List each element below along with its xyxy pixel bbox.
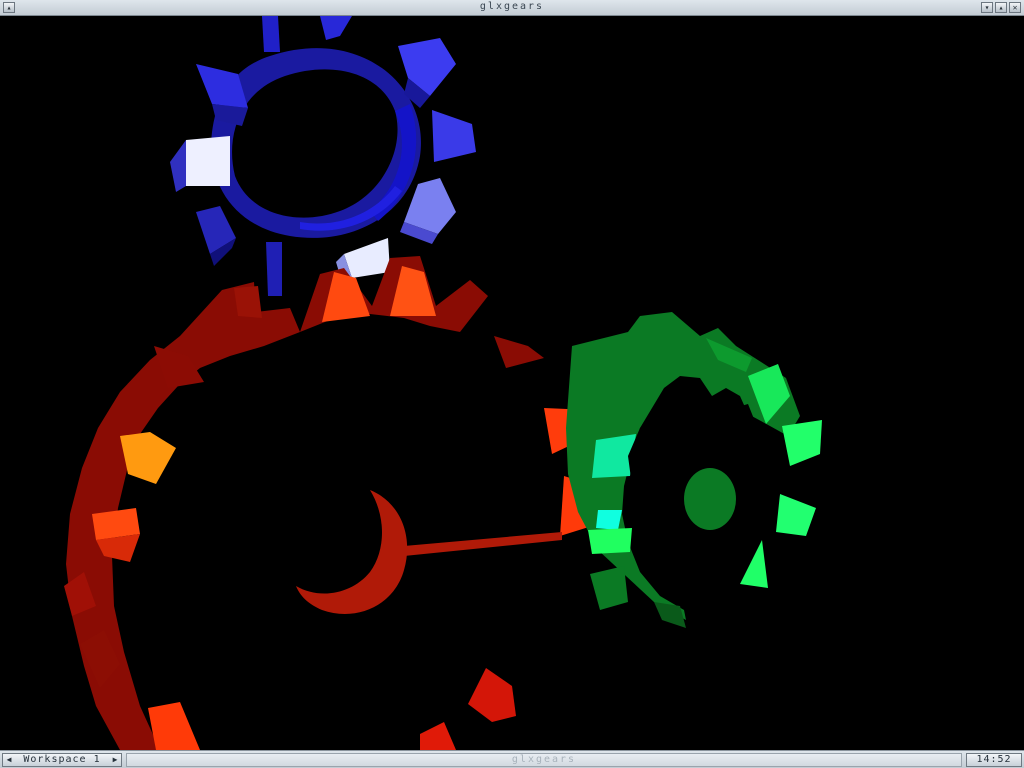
workspace-label: Workspace 1 xyxy=(23,754,101,765)
opengl-canvas[interactable] xyxy=(0,16,1024,750)
blue-gear xyxy=(170,16,476,296)
next-workspace-icon[interactable]: ▶ xyxy=(110,754,120,766)
window-title: glxgears xyxy=(479,1,545,12)
minimize-button[interactable]: ▾ xyxy=(981,2,993,13)
window-titlebar[interactable]: ▴ glxgears ▾ ▴ ✕ xyxy=(0,0,1024,16)
maximize-button[interactable]: ▴ xyxy=(995,2,1007,13)
clock: 14:52 xyxy=(966,753,1022,767)
taskbar-item-glxgears[interactable]: glxgears xyxy=(126,753,962,767)
close-button[interactable]: ✕ xyxy=(1009,2,1021,13)
gears-render xyxy=(64,16,822,750)
previous-workspace-icon[interactable]: ◀ xyxy=(4,754,14,766)
workspace-switcher[interactable]: ◀ Workspace 1 ▶ xyxy=(2,753,122,767)
green-gear xyxy=(566,312,822,628)
taskbar: ◀ Workspace 1 ▶ glxgears 14:52 xyxy=(0,750,1024,768)
red-gear xyxy=(64,256,596,750)
